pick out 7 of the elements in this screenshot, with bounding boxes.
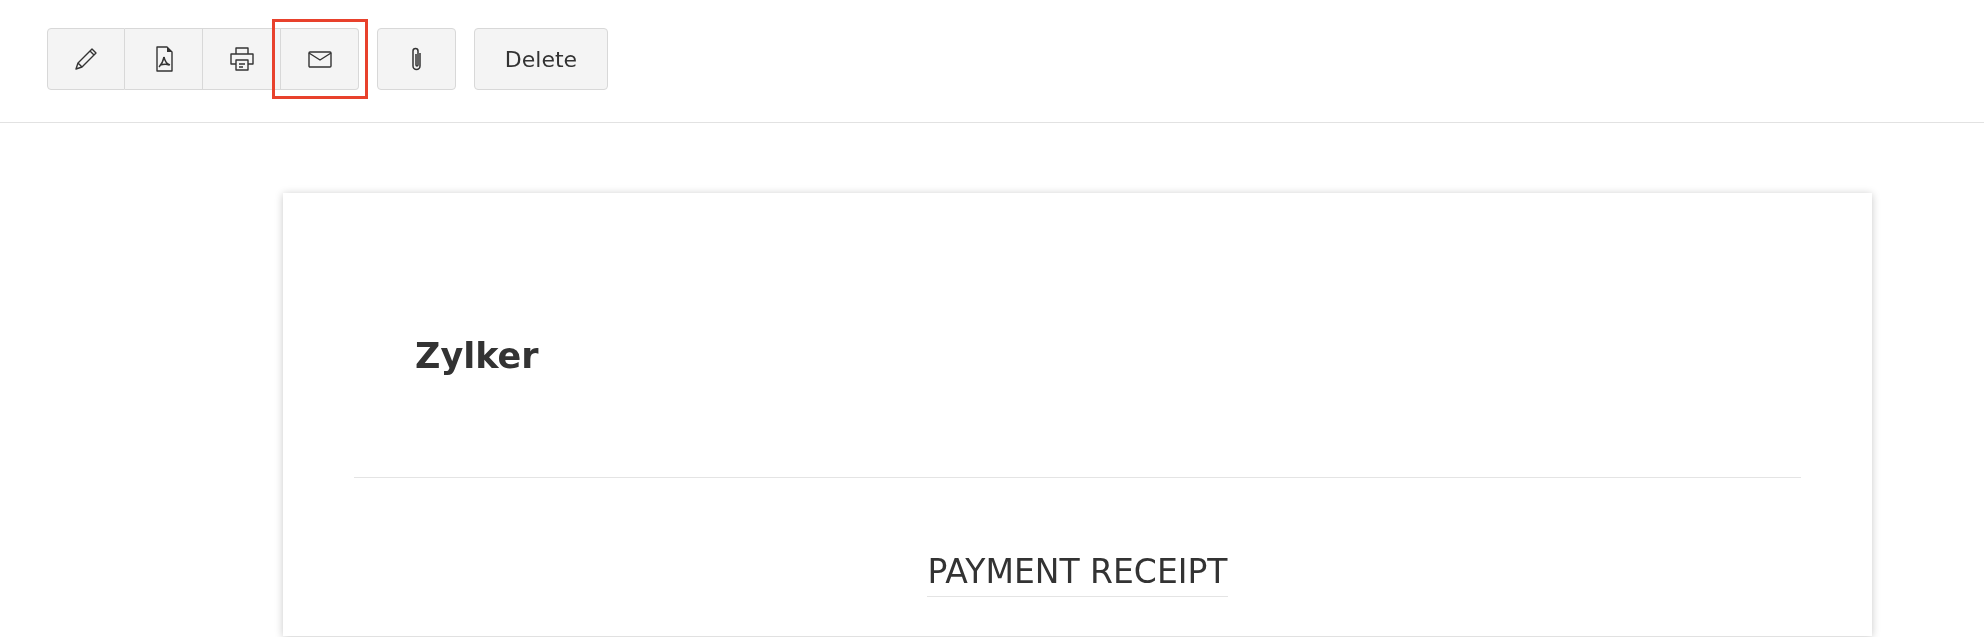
pdf-file-button[interactable] xyxy=(125,28,203,90)
attach-button[interactable] xyxy=(377,28,456,90)
printer-button[interactable] xyxy=(203,28,281,90)
receipt-title: PAYMENT RECEIPT xyxy=(927,550,1228,597)
delete-button[interactable]: Delete xyxy=(474,28,608,90)
company-name: Zylker xyxy=(415,335,540,378)
envelope-button[interactable] xyxy=(281,28,359,90)
